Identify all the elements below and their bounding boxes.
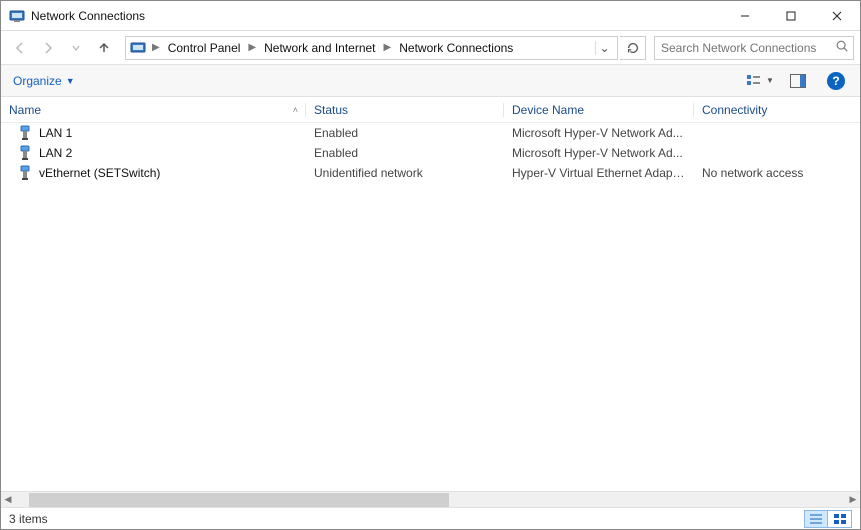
item-connectivity: No network access [694,166,834,180]
column-label: Device Name [512,103,584,117]
network-adapter-icon [17,145,33,161]
chevron-down-icon: ▼ [66,76,75,86]
sort-ascending-icon: ˄ [293,105,298,115]
scroll-left-button[interactable]: ◀ [1,492,15,508]
address-bar[interactable]: ▶ Control Panel ▶ Network and Internet ▶… [125,36,618,60]
network-adapter-icon [17,165,33,181]
scroll-right-button[interactable]: ▶ [846,492,860,508]
details-view-button[interactable] [804,510,828,528]
item-status: Enabled [306,146,504,160]
minimize-button[interactable] [722,1,768,31]
column-header-device[interactable]: Device Name [504,99,694,121]
column-header-connectivity[interactable]: Connectivity [694,99,834,121]
close-button[interactable] [814,1,860,31]
address-dropdown-button[interactable]: ⌄ [595,41,613,55]
help-icon: ? [827,72,845,90]
organize-button[interactable]: Organize ▼ [9,72,79,90]
item-status: Unidentified network [306,166,504,180]
preview-pane-button[interactable] [782,69,814,93]
column-label: Status [314,103,348,117]
list-item[interactable]: LAN 2 EnabledMicrosoft Hyper-V Network Ad… [1,143,860,163]
search-box[interactable] [654,36,854,60]
chevron-right-icon[interactable]: ▶ [246,42,258,53]
network-adapter-icon [17,125,33,141]
column-headers: Name ˄ Status Device Name Connectivity [1,97,860,123]
maximize-button[interactable] [768,1,814,31]
search-icon[interactable] [835,39,849,56]
organize-label: Organize [13,74,62,88]
status-bar: 3 items [1,507,860,529]
item-device: Microsoft Hyper-V Network Ad... [504,146,694,160]
scroll-thumb[interactable] [29,493,449,507]
window-title: Network Connections [31,9,145,23]
item-list: LAN 1 EnabledMicrosoft Hyper-V Network Ad… [1,123,860,491]
list-item[interactable]: vEthernet (SETSwitch) Unidentified networ… [1,163,860,183]
item-status: Enabled [306,126,504,140]
back-button[interactable] [7,35,33,61]
chevron-down-icon: ▼ [766,76,774,85]
column-label: Name [9,103,41,117]
forward-button[interactable] [35,35,61,61]
title-bar: Network Connections [1,1,860,31]
breadcrumb-item[interactable]: Network Connections [395,39,517,57]
chevron-right-icon[interactable]: ▶ [150,42,162,53]
chevron-right-icon[interactable]: ▶ [382,42,394,53]
control-panel-icon [130,40,146,56]
command-bar: Organize ▼ ▼ ? [1,65,860,97]
large-icons-view-button[interactable] [828,510,852,528]
list-item[interactable]: LAN 1 EnabledMicrosoft Hyper-V Network Ad… [1,123,860,143]
item-name: LAN 2 [39,146,72,160]
nav-bar: ▶ Control Panel ▶ Network and Internet ▶… [1,31,860,65]
column-label: Connectivity [702,103,767,117]
column-header-name[interactable]: Name ˄ [1,99,306,121]
network-connections-icon [9,8,25,24]
view-options-button[interactable]: ▼ [744,69,776,93]
search-input[interactable] [659,40,835,56]
refresh-button[interactable] [620,36,646,60]
recent-locations-button[interactable] [63,35,89,61]
breadcrumb-item[interactable]: Control Panel [164,39,245,57]
window: Network Connections ▶ Control Panel ▶ Ne… [0,0,861,530]
breadcrumb-item[interactable]: Network and Internet [260,39,379,57]
column-header-status[interactable]: Status [306,99,504,121]
item-device: Microsoft Hyper-V Network Ad... [504,126,694,140]
item-name: vEthernet (SETSwitch) [39,166,160,180]
horizontal-scrollbar[interactable]: ◀ ▶ [1,491,860,507]
help-button[interactable]: ? [820,69,852,93]
up-button[interactable] [91,35,117,61]
item-name: LAN 1 [39,126,72,140]
item-device: Hyper-V Virtual Ethernet Adapter [504,166,694,180]
item-count: 3 items [9,512,48,526]
